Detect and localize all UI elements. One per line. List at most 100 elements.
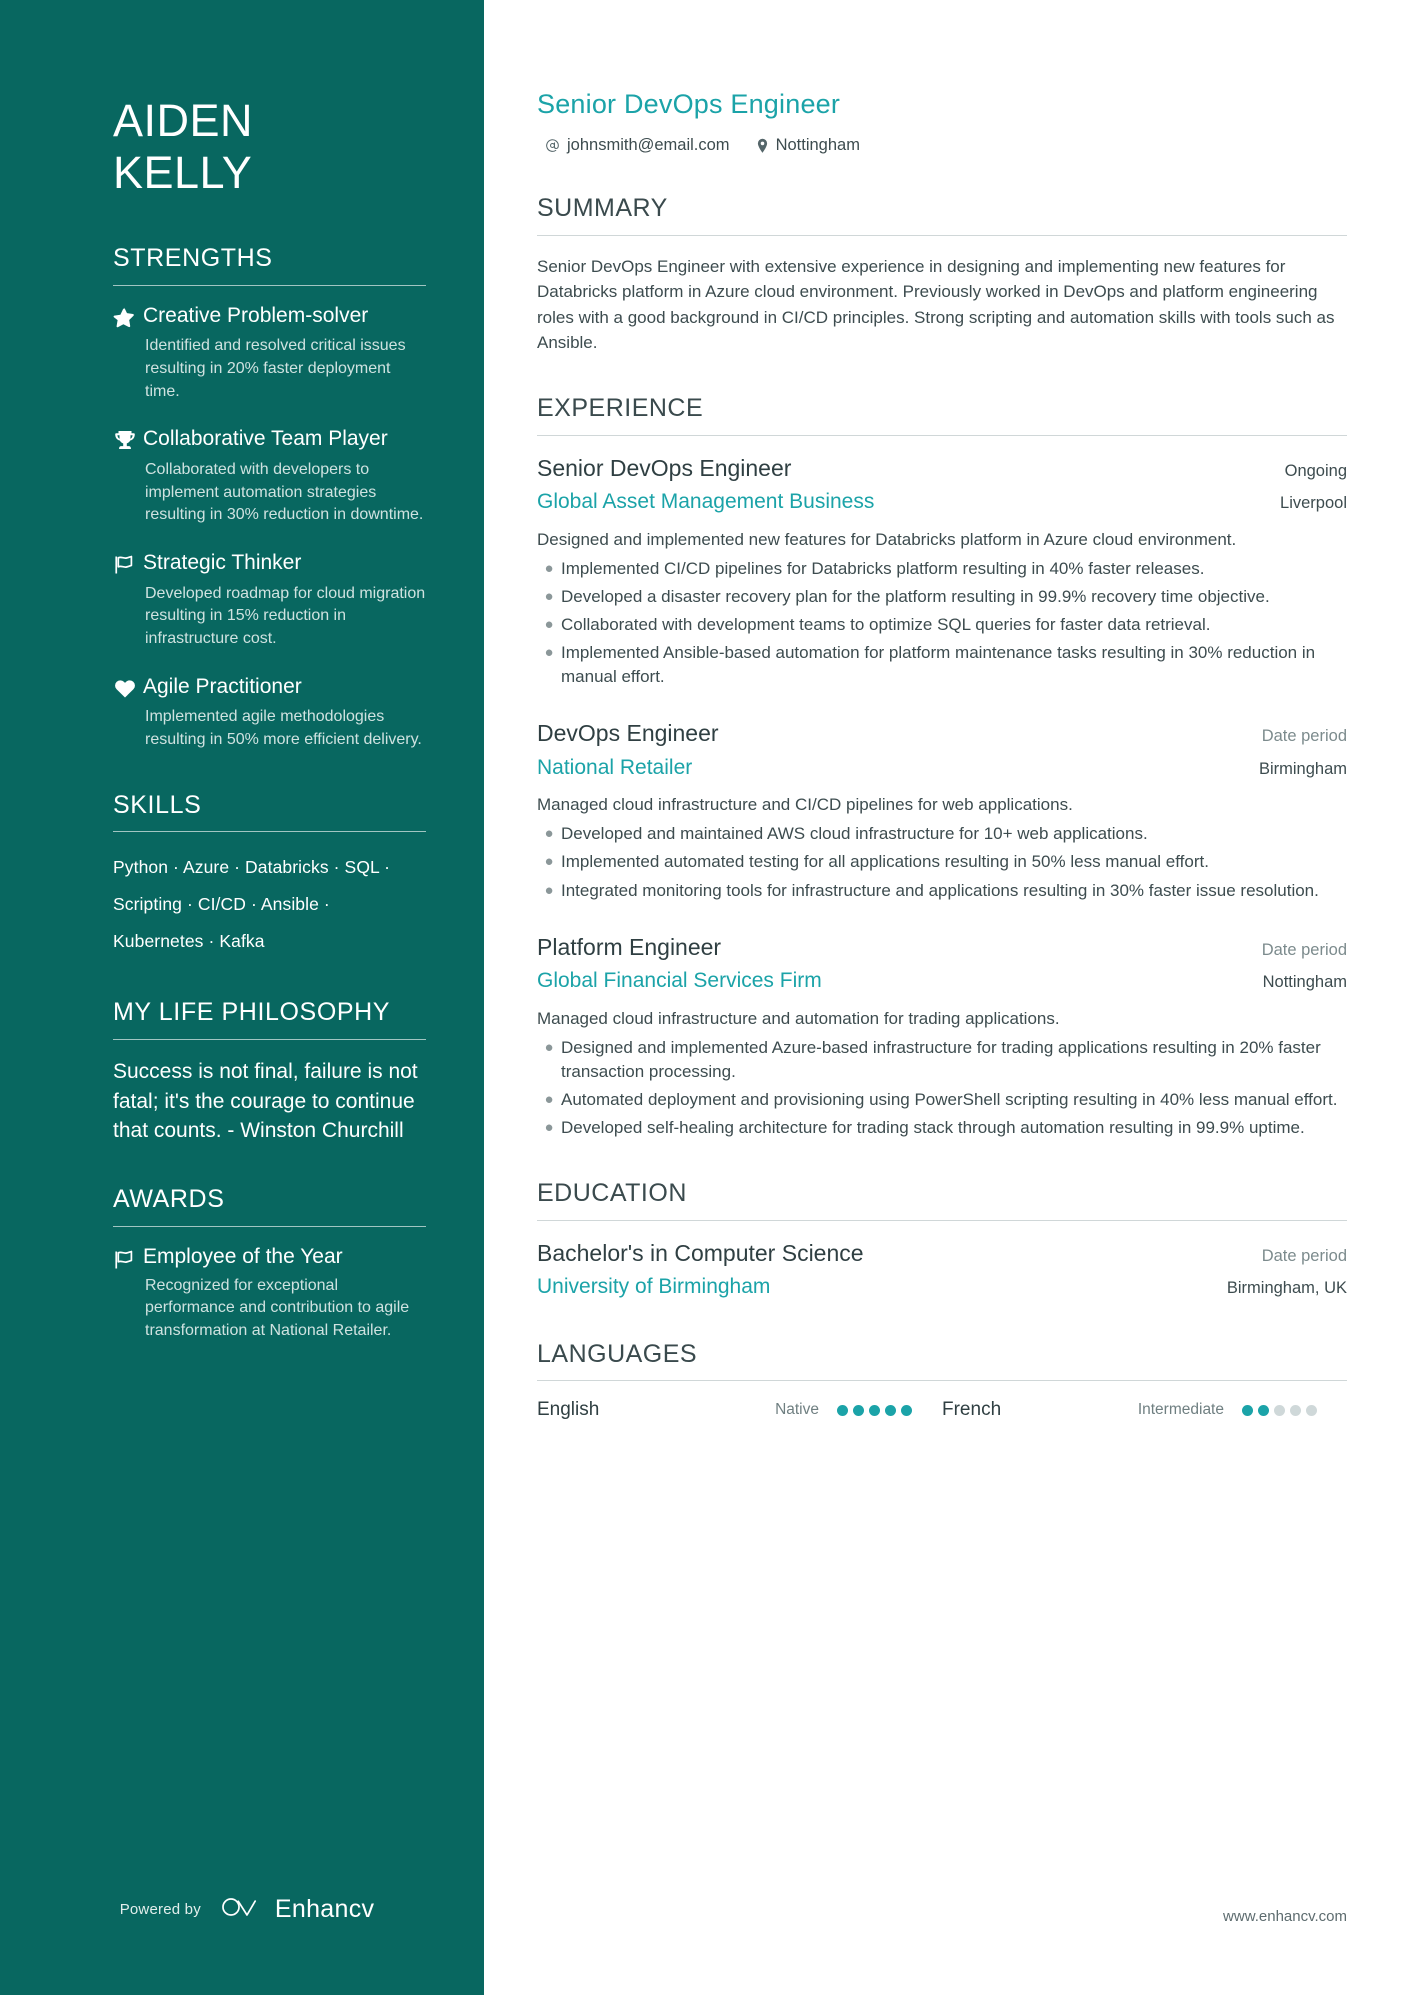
bullet-item: ● Implemented Ansible-based automation fo… bbox=[537, 641, 1347, 689]
rating-dot bbox=[1274, 1404, 1285, 1416]
contact-location-value: Nottingham bbox=[775, 136, 860, 155]
language-item: French Intermediate bbox=[942, 1399, 1347, 1421]
section-heading-languages: LANGUAGES bbox=[537, 1339, 698, 1368]
contact-email-value: johnsmith@email.com bbox=[567, 136, 730, 155]
experience-item: Platform Engineer Date period Global Fin… bbox=[537, 933, 1347, 1140]
bullet-dot-icon: ● bbox=[544, 615, 554, 633]
bullet-dot-icon: ● bbox=[544, 644, 554, 662]
flag-icon bbox=[113, 550, 143, 651]
rating-dot bbox=[837, 1404, 848, 1416]
divider bbox=[113, 1038, 426, 1040]
section-awards: AWARDS Employee of the Year Recognized f… bbox=[113, 1186, 426, 1342]
language-level: Native bbox=[775, 1401, 819, 1419]
experience-company: Global Asset Management Business bbox=[537, 490, 875, 514]
bullet-text: Developed a disaster recovery plan for t… bbox=[561, 586, 1270, 606]
section-heading-philosophy: MY LIFE PHILOSOPHY bbox=[113, 998, 391, 1027]
section-heading-experience: EXPERIENCE bbox=[537, 394, 704, 423]
section-heading-awards: AWARDS bbox=[113, 1185, 225, 1214]
experience-lead: Managed cloud infrastructure and automat… bbox=[537, 1008, 1060, 1028]
experience-bullets: ● Implemented CI/CD pipelines for Databri… bbox=[537, 557, 1347, 690]
experience-item: Senior DevOps Engineer Ongoing Global As… bbox=[537, 454, 1347, 690]
bullet-text: Implemented Ansible-based automation for… bbox=[561, 643, 1316, 687]
divider bbox=[113, 1225, 426, 1227]
bullet-item: ● Implemented CI/CD pipelines for Databri… bbox=[537, 557, 1347, 581]
email-icon bbox=[545, 138, 560, 153]
language-name: English bbox=[537, 1399, 600, 1421]
award-desc: Recognized for exceptional performance a… bbox=[145, 1276, 410, 1339]
enhancv-wordmark: Enhancv bbox=[274, 1895, 375, 1923]
experience-lead: Managed cloud infrastructure and CI/CD p… bbox=[537, 795, 1073, 815]
experience-item: DevOps Engineer Date period National Ret… bbox=[537, 719, 1347, 902]
bullet-item: ● Implemented automated testing for all a… bbox=[537, 850, 1347, 874]
flag-icon bbox=[113, 1244, 143, 1342]
section-heading-skills: SKILLS bbox=[113, 790, 202, 819]
section-heading-strengths: STRENGTHS bbox=[113, 244, 273, 273]
enhancv-logo: Enhancv bbox=[219, 1894, 374, 1925]
heart-icon bbox=[113, 674, 143, 752]
main-content: Senior DevOps Engineer johnsmith@email.c… bbox=[484, 0, 1410, 1995]
language-level: Intermediate bbox=[1137, 1401, 1224, 1419]
resume-page: AIDEN KELLY STRENGTHS Creative Problem-s… bbox=[0, 0, 1410, 1995]
strength-title: Agile Practitioner bbox=[143, 674, 302, 698]
bullet-text: Implemented automated testing for all ap… bbox=[561, 852, 1209, 872]
languages-row: English Native French Intermediate bbox=[537, 1399, 1347, 1421]
bullet-text: Developed and maintained AWS cloud infra… bbox=[561, 824, 1148, 844]
experience-role: Senior DevOps Engineer bbox=[537, 454, 792, 481]
experience-bullets: ● Developed and maintained AWS cloud infr… bbox=[537, 822, 1347, 902]
star-icon bbox=[113, 303, 143, 404]
award-title: Employee of the Year bbox=[143, 1244, 343, 1268]
section-strengths: STRENGTHS Creative Problem-solver Identi… bbox=[113, 245, 426, 751]
bullet-dot-icon: ● bbox=[544, 587, 554, 605]
strength-desc: Collaborated with developers to implemen… bbox=[145, 460, 424, 524]
contact-email[interactable]: johnsmith@email.com bbox=[545, 136, 730, 155]
experience-date: Date period bbox=[1261, 940, 1347, 959]
section-heading-summary: SUMMARY bbox=[537, 194, 668, 223]
education-degree: Bachelor's in Computer Science bbox=[537, 1239, 864, 1266]
bullet-dot-icon: ● bbox=[544, 825, 554, 843]
bullet-text: Automated deployment and provisioning us… bbox=[561, 1089, 1338, 1109]
skills-line: Python · Azure · Databricks · SQL · bbox=[113, 857, 391, 878]
rating-dot bbox=[901, 1404, 912, 1416]
rating-dot bbox=[885, 1404, 896, 1416]
rating-dot bbox=[1258, 1404, 1269, 1416]
footer-url: www.enhancv.com bbox=[1223, 1908, 1347, 1925]
experience-role: Platform Engineer bbox=[537, 933, 722, 960]
bullet-text: Developed self-healing architecture for … bbox=[561, 1118, 1305, 1138]
page-title: Senior DevOps Engineer bbox=[537, 89, 841, 119]
sidebar: AIDEN KELLY STRENGTHS Creative Problem-s… bbox=[0, 0, 484, 1995]
experience-location: Nottingham bbox=[1262, 973, 1347, 992]
experience-bullets: ● Designed and implemented Azure-based in… bbox=[537, 1036, 1347, 1141]
rating-dot bbox=[869, 1404, 880, 1416]
experience-role: DevOps Engineer bbox=[537, 720, 719, 747]
bullet-item: ● Developed and maintained AWS cloud infr… bbox=[537, 822, 1347, 846]
divider bbox=[537, 434, 1347, 436]
skills-line: Scripting · CI/CD · Ansible · bbox=[113, 893, 330, 914]
language-rating-dots bbox=[1242, 1404, 1317, 1416]
language-rating-dots bbox=[837, 1404, 912, 1416]
bullet-item: ● Designed and implemented Azure-based in… bbox=[537, 1036, 1347, 1084]
divider bbox=[113, 284, 426, 286]
sidebar-footer: Powered by Enhancv bbox=[0, 1894, 484, 1925]
philosophy-quote: Success is not final, failure is not fat… bbox=[113, 1059, 418, 1143]
bullet-text: Designed and implemented Azure-based inf… bbox=[561, 1037, 1321, 1081]
bullet-text: Integrated monitoring tools for infrastr… bbox=[561, 880, 1319, 900]
experience-company: Global Financial Services Firm bbox=[537, 969, 822, 993]
rating-dot bbox=[1306, 1404, 1317, 1416]
education-item: Bachelor's in Computer Science Date peri… bbox=[537, 1239, 1347, 1301]
award-item: Employee of the Year Recognized for exce… bbox=[113, 1244, 426, 1342]
strength-item: Creative Problem-solver Identified and r… bbox=[113, 303, 426, 404]
section-philosophy: MY LIFE PHILOSOPHY Success is not final,… bbox=[113, 999, 426, 1146]
skills-line: Kubernetes · Kafka bbox=[113, 930, 265, 951]
language-name: French bbox=[942, 1399, 1002, 1421]
bullet-item: ● Integrated monitoring tools for infrast… bbox=[537, 879, 1347, 903]
bullet-item: ● Developed self-healing architecture for… bbox=[537, 1116, 1347, 1140]
rating-dot bbox=[853, 1404, 864, 1416]
contact-row: johnsmith@email.com Nottingham bbox=[537, 136, 1347, 155]
strength-title: Strategic Thinker bbox=[143, 551, 302, 575]
location-pin-icon bbox=[756, 138, 769, 154]
language-item: English Native bbox=[537, 1399, 942, 1421]
section-skills: SKILLS Python · Azure · Databricks · SQL… bbox=[113, 790, 426, 960]
powered-by-label: Powered by bbox=[119, 1901, 201, 1918]
enhancv-infinity-icon bbox=[219, 1894, 265, 1925]
section-summary: SUMMARY Senior DevOps Engineer with exte… bbox=[537, 195, 1347, 355]
